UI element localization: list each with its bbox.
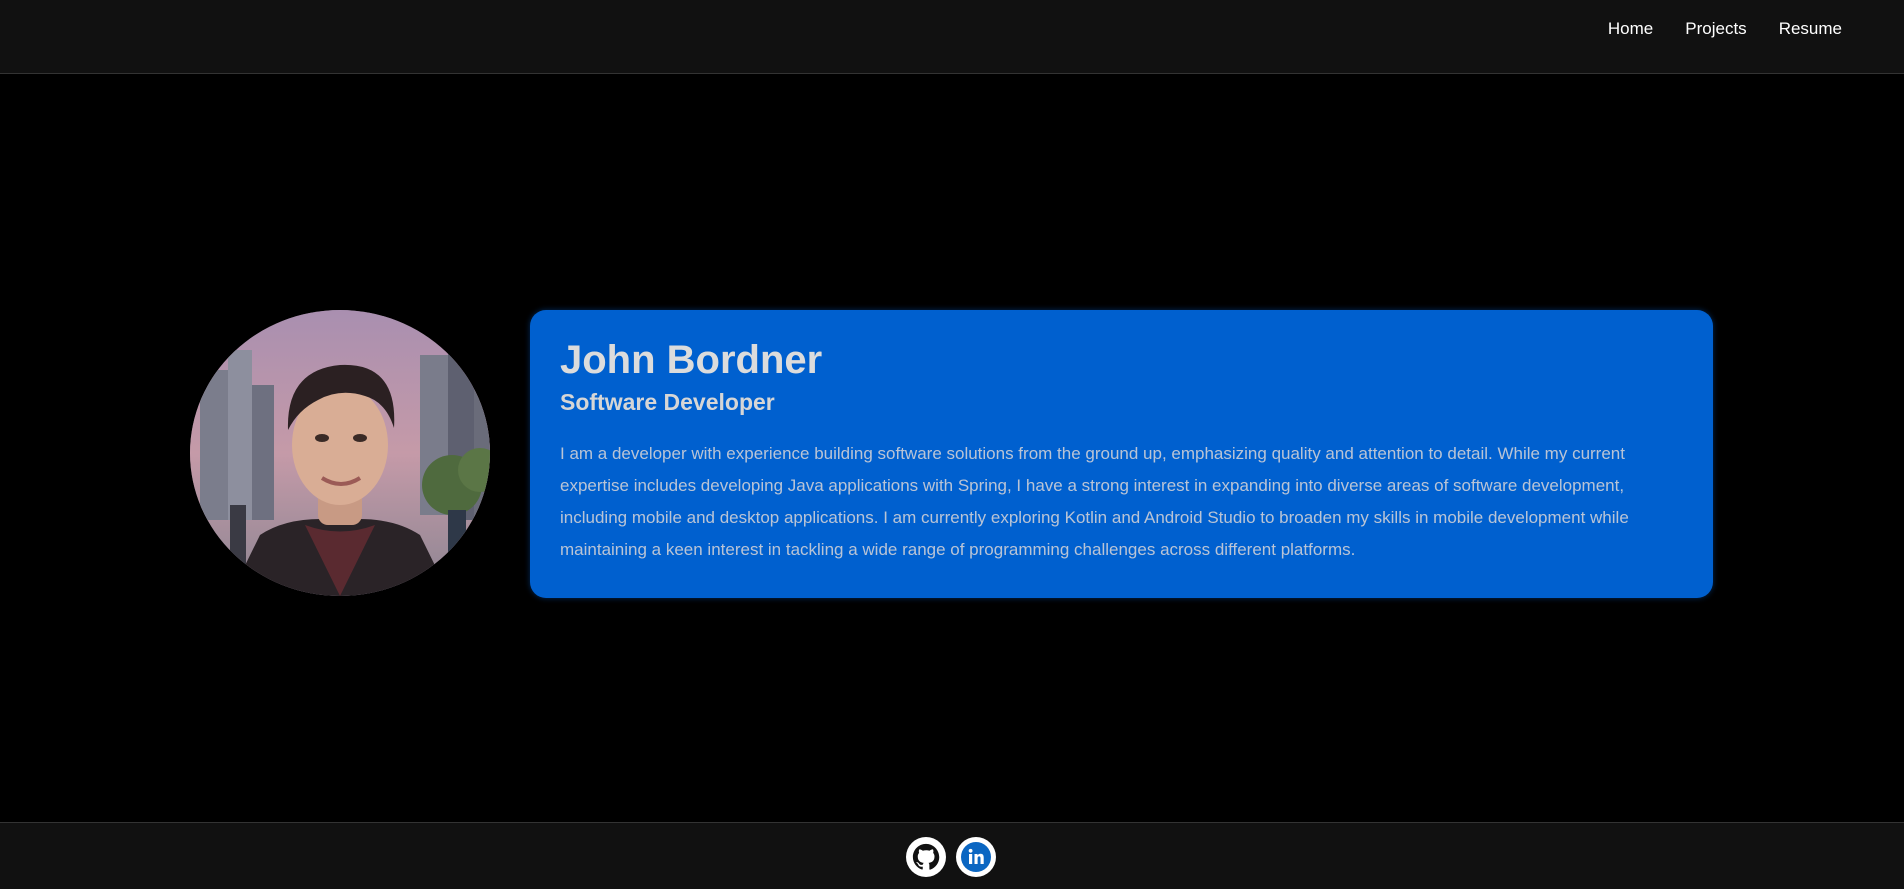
- linkedin-link[interactable]: [956, 837, 996, 877]
- profile-title: Software Developer: [560, 389, 775, 415]
- top-navbar: Home Projects Resume: [0, 0, 1904, 74]
- nav-projects-link[interactable]: Projects: [1685, 19, 1746, 39]
- linkedin-icon: [961, 842, 991, 872]
- social-links: [906, 837, 996, 877]
- main-content: John Bordner Software Developer I am a d…: [0, 75, 1904, 822]
- profile-photo: [190, 310, 490, 596]
- github-icon: [912, 843, 940, 870]
- nav-home-link[interactable]: Home: [1608, 19, 1653, 39]
- github-link[interactable]: [906, 837, 946, 877]
- nav-resume-link[interactable]: Resume: [1779, 19, 1842, 39]
- profile-photo-image: [190, 310, 490, 596]
- profile-bio: I am a developer with experience buildin…: [560, 444, 1629, 559]
- footer: [0, 822, 1904, 889]
- main-nav: Home Projects Resume: [1608, 19, 1842, 39]
- profile-name: John Bordner: [560, 338, 823, 382]
- about-card: John Bordner Software Developer I am a d…: [530, 310, 1713, 598]
